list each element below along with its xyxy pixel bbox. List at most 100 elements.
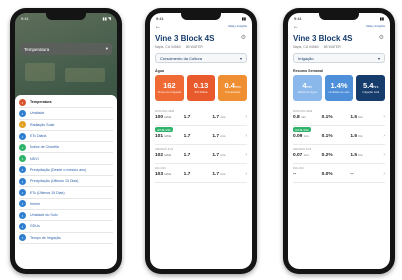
metric-label: Déficit de Água xyxy=(297,89,317,94)
clock-icon: • xyxy=(19,234,26,242)
status-time: 9:41 xyxy=(294,15,302,21)
cell-number: 1.7 xyxy=(212,172,220,177)
chevron-down-icon: ▾ xyxy=(377,55,380,61)
row-value-3: 1.7 mm xyxy=(212,153,241,158)
gear-icon[interactable]: ⚙ xyxy=(241,34,246,41)
metric-number: 0.13 xyxy=(193,80,209,90)
section-label: Água xyxy=(155,69,164,73)
water-text: 85 WATER xyxy=(323,45,341,49)
cell-unit: mm xyxy=(220,115,226,119)
location-meta: Napa, CA 94560 85 WATER xyxy=(293,45,341,49)
layer-item-label: Índice de Clorofila xyxy=(30,145,59,150)
row-value-3: -- xyxy=(350,172,379,177)
chevron-down-icon: ▾ xyxy=(239,55,242,61)
row-value-2: 0.2% xyxy=(321,153,333,158)
layer-item[interactable]: • Temperatura xyxy=(19,97,113,109)
phone-irrigation: 9:41 ▮▮ ← Valley Insights Vine 3 Block 4… xyxy=(283,8,395,274)
row-value-1: 0.8 mm xyxy=(293,115,322,120)
layer-sheet: • Temperatura • Umidade • Radiação Solar • ETc … xyxy=(15,95,117,269)
layer-dropdown[interactable]: Temperatura ▾ xyxy=(20,43,112,55)
layer-item[interactable]: • NDVI xyxy=(19,153,113,165)
metric-card[interactable]: 4mm Déficit de Água xyxy=(293,75,322,101)
table-row[interactable]: HOJE 4/22 0.09 mm 0.1% 1.5 hrs › xyxy=(293,126,385,145)
table-row[interactable]: DATA/DIA SEM 100 kW/a 1.7 1.7 mm › xyxy=(155,107,247,126)
view-selector-label: Crescimento da Cultura xyxy=(160,55,203,61)
layer-item-label: Irrimin xyxy=(30,201,40,206)
layer-item-label: Umidade xyxy=(30,111,45,116)
leaf-icon: • xyxy=(19,132,26,140)
drop-icon: • xyxy=(19,189,26,197)
location-text: Napa, CA 94560 xyxy=(293,45,319,49)
back-arrow-icon[interactable]: ← xyxy=(293,24,299,30)
metric-label: Precipitação xyxy=(224,89,241,94)
row-value-3: 1.7 mm xyxy=(212,115,241,120)
gear-icon[interactable]: ⚙ xyxy=(379,34,384,41)
row-value-1: 0.09 mm xyxy=(293,134,322,139)
metric-card[interactable]: 5.4hrs Irrigação total xyxy=(356,75,386,101)
chevron-right-icon: › xyxy=(383,171,385,177)
section-label: Resumo Semanal xyxy=(293,69,323,73)
brand-logo: Valley Insights xyxy=(365,24,385,29)
cell-unit: mm xyxy=(301,115,307,119)
layer-item[interactable]: • Precipitação (Desde o mesmo ano) xyxy=(19,165,113,177)
chevron-right-icon: › xyxy=(383,114,385,120)
row-cells: 103 kW/a 1.7 1.7 mm xyxy=(155,172,241,177)
metric-card[interactable]: 0.4mm Precipitação xyxy=(218,75,248,101)
table-row[interactable]: DIA 4/24 -- 0.0% -- › xyxy=(293,164,385,183)
layer-item[interactable]: • Umidade xyxy=(19,108,113,120)
rain-icon: • xyxy=(19,166,26,174)
cell-unit: hrs xyxy=(358,115,363,119)
cell-number: -- xyxy=(350,172,354,177)
table-row[interactable]: DIA 4/24 103 kW/a 1.7 1.7 mm › xyxy=(155,164,247,183)
cell-unit: hrs xyxy=(358,134,363,138)
layer-item[interactable]: • Precipitação (Últimos 15 Dias) xyxy=(19,176,113,188)
cell-unit: kW/a xyxy=(164,172,172,176)
view-selector[interactable]: Crescimento da Cultura ▾ xyxy=(155,53,247,63)
metric-unit: hrs xyxy=(373,84,379,89)
layer-item[interactable]: • Radiação Solar xyxy=(19,120,113,131)
row-value-3: 1.7 mm xyxy=(212,134,241,139)
layer-item-label: Precipitação (Últimos 15 Dias) xyxy=(30,179,79,184)
layer-item[interactable]: • Irrimin xyxy=(19,199,113,210)
layer-item[interactable]: • GDUs xyxy=(19,221,113,233)
status-icons: ▮▮ xyxy=(379,15,384,21)
metric-card[interactable]: 1.4% Umidade do solo xyxy=(324,75,354,101)
table-row[interactable]: DATA/DIA SEM 0.8 mm 0.1% 1.5 hrs › xyxy=(293,107,385,126)
table-row[interactable]: HOJE 4/22 101 kW/a 1.7 1.7 mm › xyxy=(155,126,247,145)
layer-item[interactable]: • Tempo de Irrigação xyxy=(19,233,113,244)
water-text: 85 WATER xyxy=(185,45,203,49)
layer-item[interactable]: • Umidade do Solo xyxy=(19,210,113,222)
row-value-3: 1.7 mm xyxy=(212,172,241,177)
layer-item[interactable]: • ETc Diária xyxy=(19,131,113,143)
layer-item-label: Radiação Solar xyxy=(30,122,55,127)
drop-icon: • xyxy=(19,200,26,208)
row-cells: 101 kW/a 1.7 1.7 mm xyxy=(155,134,241,139)
back-arrow-icon[interactable]: ← xyxy=(155,24,161,30)
table-row[interactable]: AMANHÃ 4/23 0.07 mm 0.2% 1.5 hrs › xyxy=(293,145,385,164)
chart-icon: • xyxy=(19,222,26,230)
thermometer-icon: • xyxy=(19,98,26,106)
location-meta: Napa, CA 94560 85 WATER xyxy=(155,45,203,49)
table-row[interactable]: AMANHÃ 4/23 102 kW/a 1.7 1.7 mm › xyxy=(155,145,247,164)
chevron-right-icon: › xyxy=(245,171,247,177)
leaf-icon: • xyxy=(19,143,26,151)
screen: 9:41 ▮▮ ← Valley Insights Vine 3 Block 4… xyxy=(288,13,390,269)
metric-number: 0.4 xyxy=(224,80,235,90)
layer-item-label: Precipitação (Desde o mesmo ano) xyxy=(30,167,87,172)
cell-number: 102 xyxy=(155,153,164,158)
layer-item[interactable]: • ETc (Últimos 15 Dias) xyxy=(19,187,113,199)
layer-item-label: Temperatura xyxy=(30,100,52,105)
screen: 9:41 ▮▮ ◥ Temperatura ▾ • Temperatura • Umi… xyxy=(15,13,117,269)
layer-item[interactable]: • Índice de Clorofila xyxy=(19,142,113,154)
map-field xyxy=(25,63,55,81)
metric-card[interactable]: 162 Tempo de Irrigação xyxy=(155,75,184,101)
cell-number: 101 xyxy=(155,134,164,139)
metric-cards: 162 Tempo de Irrigação 0.13 ETc Diária 0.4mm… xyxy=(155,75,248,101)
chevron-right-icon: › xyxy=(383,133,385,139)
status-icons: ▮▮ ◥ xyxy=(102,15,111,21)
brand-logo: Valley Insights xyxy=(227,24,247,29)
layer-item-label: ETc Diária xyxy=(30,134,47,139)
view-selector[interactable]: Irrigação ▾ xyxy=(293,53,385,63)
metric-card[interactable]: 0.13 ETc Diária xyxy=(186,75,216,101)
cell-number: 1.7 xyxy=(212,115,220,120)
